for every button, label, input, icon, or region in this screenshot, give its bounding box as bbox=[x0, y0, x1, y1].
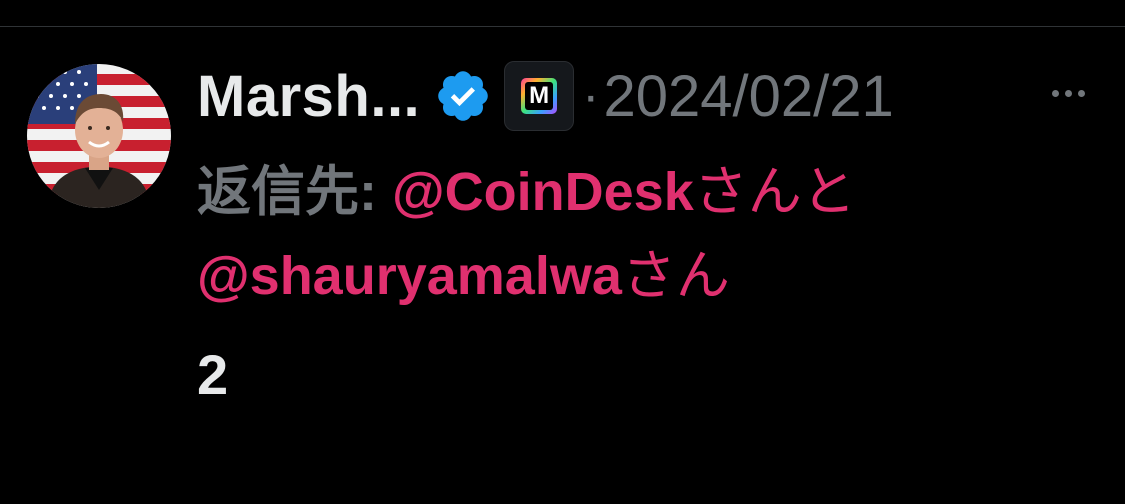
timestamp[interactable]: 2024/02/21 bbox=[604, 63, 894, 130]
reply-context: 返信先: @CoinDeskさんと @shauryamalwaさん bbox=[197, 150, 1097, 318]
more-dot bbox=[1078, 90, 1085, 97]
verified-badge-icon[interactable] bbox=[434, 67, 492, 125]
separator-dot: · bbox=[582, 67, 600, 125]
avatar-image bbox=[27, 64, 171, 208]
m-logo-frame: M bbox=[521, 78, 558, 114]
m-logo-badge-icon[interactable]: M bbox=[504, 61, 575, 131]
top-divider bbox=[0, 26, 1125, 27]
more-dot bbox=[1065, 90, 1072, 97]
reply-connector: さんと bbox=[693, 162, 856, 222]
mention-coindesk[interactable]: @CoinDesk bbox=[392, 162, 694, 222]
reply-suffix: さん bbox=[621, 246, 730, 306]
display-name[interactable]: Marsh... bbox=[197, 63, 420, 130]
more-dot bbox=[1052, 90, 1059, 97]
tweet-text: 2 bbox=[197, 343, 229, 406]
tweet-header: Marsh... M · 2024/02/21 bbox=[197, 60, 894, 132]
avatar[interactable] bbox=[27, 64, 171, 208]
reply-label: 返信先: bbox=[197, 162, 377, 222]
mention-shauryamalwa[interactable]: @shauryamalwa bbox=[197, 246, 622, 306]
m-logo-letter: M bbox=[525, 82, 554, 110]
more-options-icon[interactable] bbox=[1052, 90, 1085, 97]
